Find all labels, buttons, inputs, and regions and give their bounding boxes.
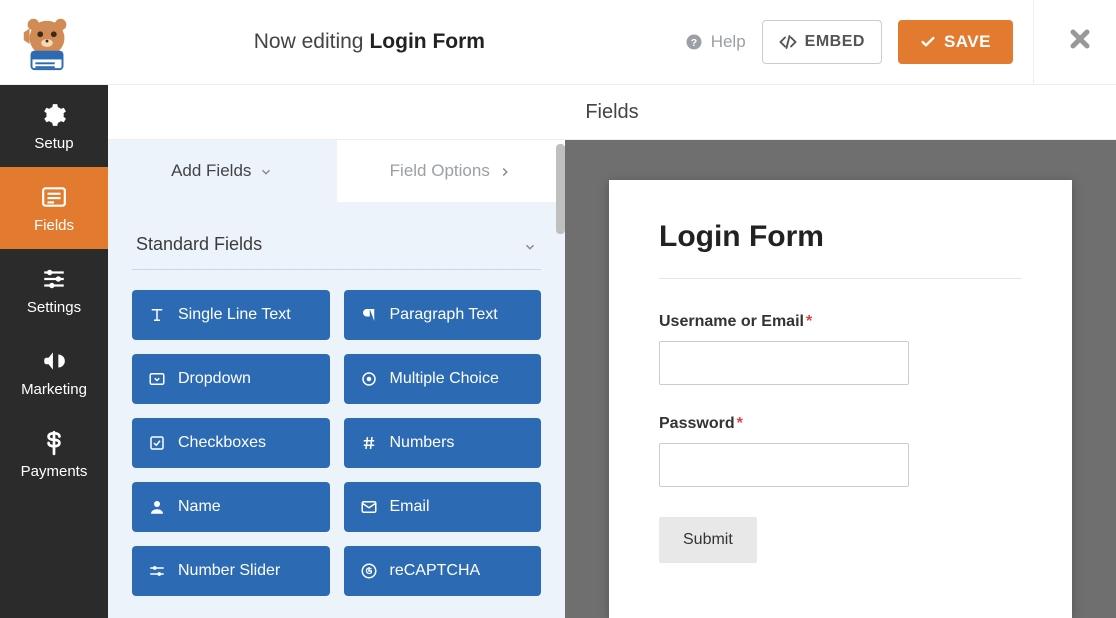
sidebar-item-settings[interactable]: Settings (0, 249, 108, 331)
topbar: Now editing Login Form ? Help EMBED SAVE (0, 0, 1116, 85)
check-icon (920, 34, 936, 50)
field-paragraph-text[interactable]: Paragraph Text (344, 290, 542, 340)
sliders-icon (40, 265, 68, 293)
editing-prefix: Now editing (254, 30, 364, 54)
password-input[interactable] (659, 443, 909, 487)
code-icon (779, 33, 797, 51)
save-label: SAVE (944, 32, 991, 52)
recaptcha-icon: G (360, 562, 378, 580)
field-label: Multiple Choice (390, 370, 499, 388)
app-logo (12, 7, 82, 77)
field-label: Single Line Text (178, 306, 291, 324)
username-input[interactable] (659, 341, 909, 385)
group-title: Standard Fields (136, 234, 262, 255)
field-recaptcha[interactable]: G reCAPTCHA (344, 546, 542, 596)
sidebar-item-label: Fields (34, 217, 74, 234)
help-label: Help (711, 32, 746, 52)
form-icon (40, 183, 68, 211)
help-icon: ? (685, 33, 703, 51)
save-button[interactable]: SAVE (898, 20, 1013, 64)
form-name: Login Form (369, 30, 484, 54)
checkbox-icon (148, 434, 166, 452)
sidebar-item-payments[interactable]: Payments (0, 413, 108, 495)
svg-text:G: G (365, 566, 372, 576)
radio-icon (360, 370, 378, 388)
divider (659, 278, 1022, 279)
divider (1033, 0, 1034, 85)
sidebar: Setup Fields Settings Marketing Payments (0, 85, 108, 618)
field-dropdown[interactable]: Dropdown (132, 354, 330, 404)
field-single-line-text[interactable]: Single Line Text (132, 290, 330, 340)
field-checkboxes[interactable]: Checkboxes (132, 418, 330, 468)
field-label: Name (178, 498, 221, 516)
tab-add-fields[interactable]: Add Fields (108, 140, 337, 202)
field-label: Paragraph Text (390, 306, 498, 324)
megaphone-icon (40, 347, 68, 375)
sidebar-item-marketing[interactable]: Marketing (0, 331, 108, 413)
embed-button[interactable]: EMBED (762, 20, 882, 64)
tab-label: Field Options (390, 161, 490, 181)
sidebar-item-setup[interactable]: Setup (0, 85, 108, 167)
scrollbar[interactable] (556, 144, 565, 234)
field-label: Password* (659, 415, 1022, 433)
text-icon (148, 306, 166, 324)
hash-icon (360, 434, 378, 452)
user-icon (148, 498, 166, 516)
gear-icon (40, 101, 68, 129)
close-button[interactable] (1068, 25, 1092, 59)
help-link[interactable]: ? Help (685, 32, 746, 52)
chevron-right-icon (498, 164, 512, 178)
field-numbers[interactable]: Numbers (344, 418, 542, 468)
field-label: Number Slider (178, 562, 280, 580)
fields-panel: Add Fields Field Options Standard Fields (108, 140, 565, 618)
editing-title: Now editing Login Form (82, 30, 657, 54)
field-label: reCAPTCHA (390, 562, 481, 580)
field-number-slider[interactable]: Number Slider (132, 546, 330, 596)
form-card: Login Form Username or Email* Password* (609, 180, 1072, 618)
chevron-down-icon (259, 164, 273, 178)
tab-field-options[interactable]: Field Options (337, 140, 566, 202)
submit-button[interactable]: Submit (659, 517, 757, 563)
dropdown-icon (148, 370, 166, 388)
form-preview: Login Form Username or Email* Password* (565, 140, 1116, 618)
close-icon (1068, 27, 1092, 51)
form-field-username[interactable]: Username or Email* (659, 313, 1022, 385)
form-title: Login Form (659, 220, 1022, 254)
sidebar-item-label: Settings (27, 299, 81, 316)
field-label: Checkboxes (178, 434, 266, 452)
panel-title: Fields (108, 85, 1116, 140)
group-standard-fields[interactable]: Standard Fields (132, 230, 541, 270)
chevron-down-icon (523, 238, 537, 252)
sidebar-item-fields[interactable]: Fields (0, 167, 108, 249)
dollar-icon (40, 429, 68, 457)
tab-label: Add Fields (171, 161, 251, 181)
paragraph-icon (360, 306, 378, 324)
field-multiple-choice[interactable]: Multiple Choice (344, 354, 542, 404)
email-icon (360, 498, 378, 516)
field-name[interactable]: Name (132, 482, 330, 532)
sidebar-item-label: Setup (34, 135, 73, 152)
field-label: Email (390, 498, 430, 516)
field-label: Dropdown (178, 370, 251, 388)
embed-label: EMBED (805, 33, 865, 51)
svg-text:?: ? (690, 37, 696, 49)
slider-icon (148, 562, 166, 580)
sidebar-item-label: Payments (21, 463, 88, 480)
field-label: Numbers (390, 434, 455, 452)
field-label: Username or Email* (659, 313, 1022, 331)
field-email[interactable]: Email (344, 482, 542, 532)
form-field-password[interactable]: Password* (659, 415, 1022, 487)
sidebar-item-label: Marketing (21, 381, 87, 398)
